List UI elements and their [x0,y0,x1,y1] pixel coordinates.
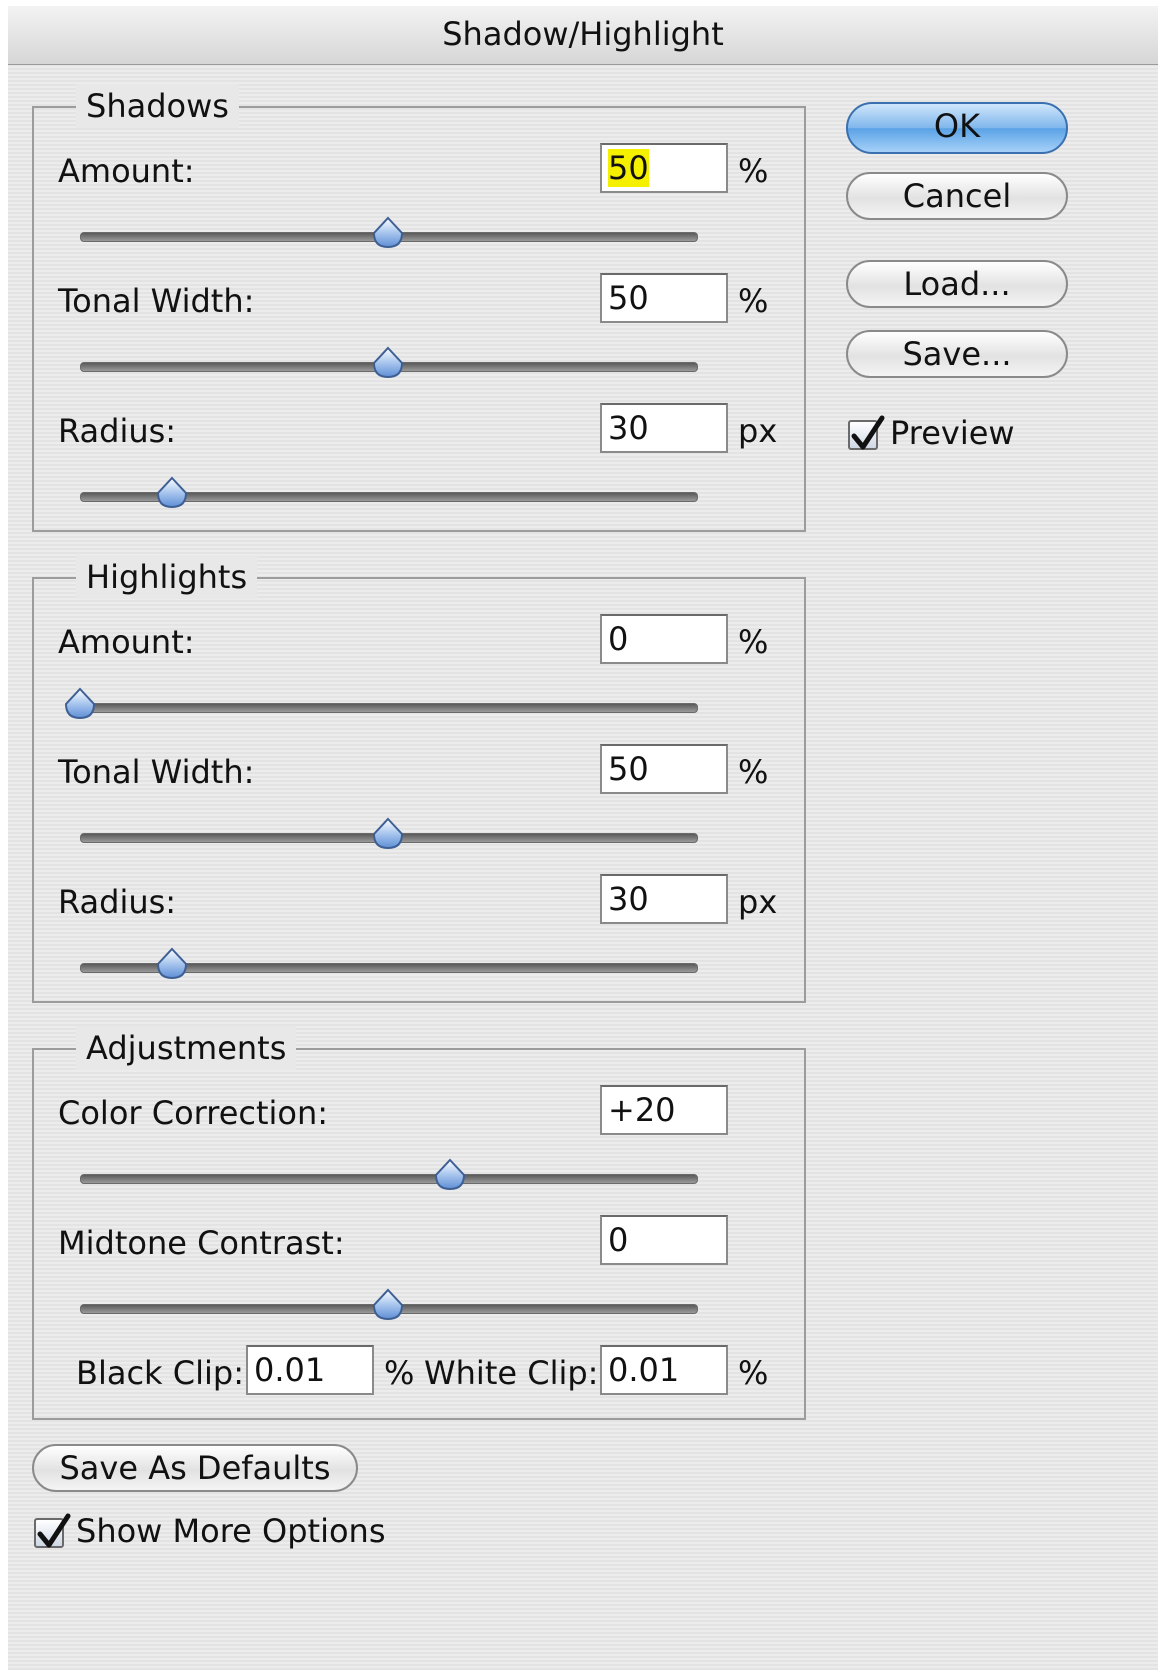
highlights-radius-unit: px [738,883,778,921]
highlights-amount-unit: % [738,623,769,661]
white-clip-unit: % [738,1354,769,1392]
white-clip-label: White Clip: [424,1354,599,1392]
shadows-radius-unit: px [738,412,778,450]
black-clip-unit: % [384,1354,415,1392]
adjustments-title: Adjustments [76,1026,297,1070]
adjustments-group: Adjustments Color Correction: +20 Midton… [32,1026,806,1420]
show-more-options-label[interactable]: Show More Options [76,1512,385,1550]
checkmark-icon [851,415,885,450]
preview-checkbox[interactable] [848,415,885,450]
show-more-options-checkbox[interactable] [34,1513,71,1548]
color-correction-input[interactable]: +20 [600,1085,728,1135]
highlights-title: Highlights [76,555,258,599]
color-correction-slider[interactable] [80,1174,698,1184]
ok-button[interactable]: OK [846,102,1068,154]
shadows-tonal-width-unit: % [738,282,769,320]
highlights-amount-label: Amount: [58,623,195,661]
shadows-tonal-width-slider-thumb[interactable] [371,346,405,380]
shadows-radius-slider-thumb[interactable] [155,476,189,510]
shadows-group: Shadows Amount: 50 % Tonal Width: 50 % R… [32,84,806,532]
highlights-radius-label: Radius: [58,883,177,921]
midtone-contrast-slider-thumb[interactable] [371,1288,405,1322]
highlights-tonal-width-label: Tonal Width: [58,753,255,791]
save-as-defaults-button[interactable]: Save As Defaults [32,1444,358,1492]
cancel-button[interactable]: Cancel [846,172,1068,220]
shadows-title: Shadows [76,84,239,128]
save-button[interactable]: Save... [846,330,1068,378]
highlights-tonal-width-unit: % [738,753,769,791]
shadows-amount-unit: % [738,152,769,190]
midtone-contrast-input[interactable]: 0 [600,1215,728,1265]
window-title: Shadow/Highlight [8,6,1158,65]
shadows-radius-label: Radius: [58,412,177,450]
color-correction-label: Color Correction: [58,1094,329,1132]
highlights-tonal-width-slider-thumb[interactable] [371,817,405,851]
shadows-tonal-width-label: Tonal Width: [58,282,255,320]
shadows-radius-input[interactable]: 30 [600,403,728,453]
shadows-tonal-width-input[interactable]: 50 [600,273,728,323]
shadows-amount-label: Amount: [58,152,195,190]
black-clip-input[interactable]: 0.01 [246,1345,374,1395]
checkmark-icon [37,1513,71,1548]
shadows-amount-value: 50 [608,149,649,187]
color-correction-slider-thumb[interactable] [433,1158,467,1192]
shadows-amount-input[interactable]: 50 [600,143,728,193]
highlights-radius-slider-thumb[interactable] [155,947,189,981]
highlights-radius-input[interactable]: 30 [600,874,728,924]
highlights-group: Highlights Amount: 0 % Tonal Width: 50 %… [32,555,806,1003]
highlights-amount-slider-thumb[interactable] [63,687,97,721]
midtone-contrast-label: Midtone Contrast: [58,1224,345,1262]
white-clip-input[interactable]: 0.01 [600,1345,728,1395]
preview-label[interactable]: Preview [890,414,1015,452]
highlights-tonal-width-input[interactable]: 50 [600,744,728,794]
shadows-amount-slider-thumb[interactable] [371,216,405,250]
highlights-amount-slider[interactable] [80,703,698,713]
load-button[interactable]: Load... [846,260,1068,308]
shadow-highlight-dialog: Shadow/Highlight Shadows Amount: 50 % To… [8,6,1158,1670]
highlights-amount-input[interactable]: 0 [600,614,728,664]
black-clip-label: Black Clip: [76,1354,244,1392]
